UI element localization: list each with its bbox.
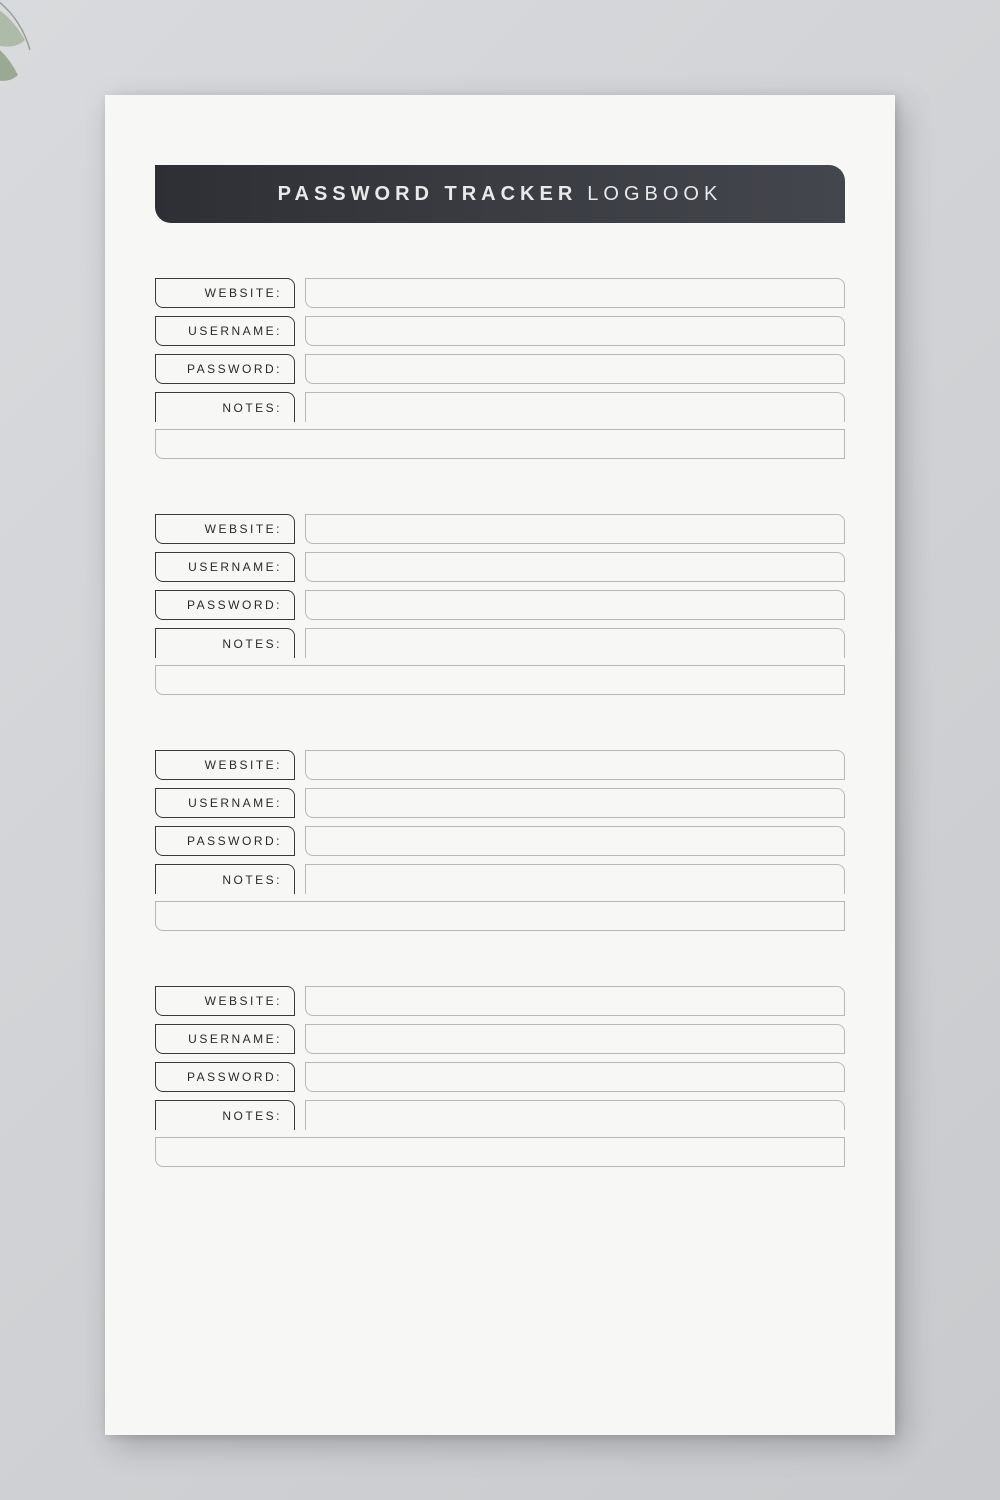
notes-field-extended[interactable]: [155, 901, 845, 931]
password-field[interactable]: [305, 590, 845, 620]
notes-field[interactable]: [305, 1100, 845, 1130]
entry-2: WEBSITE: USERNAME: PASSWORD: NOTES:: [155, 514, 845, 695]
leaf-decoration-icon: [0, 0, 80, 120]
entry-3: WEBSITE: USERNAME: PASSWORD: NOTES:: [155, 750, 845, 931]
notes-field[interactable]: [305, 628, 845, 658]
notes-label: NOTES:: [155, 392, 295, 422]
password-field[interactable]: [305, 354, 845, 384]
website-label: WEBSITE:: [155, 514, 295, 544]
notes-field[interactable]: [305, 864, 845, 894]
website-label: WEBSITE:: [155, 986, 295, 1016]
title-bold: PASSWORD TRACKER: [278, 183, 578, 206]
website-field[interactable]: [305, 514, 845, 544]
password-label: PASSWORD:: [155, 590, 295, 620]
password-label: PASSWORD:: [155, 826, 295, 856]
website-field[interactable]: [305, 750, 845, 780]
password-field[interactable]: [305, 1062, 845, 1092]
notes-field-extended[interactable]: [155, 429, 845, 459]
website-field[interactable]: [305, 986, 845, 1016]
notes-field-extended[interactable]: [155, 665, 845, 695]
username-field[interactable]: [305, 788, 845, 818]
notes-label: NOTES:: [155, 864, 295, 894]
username-label: USERNAME:: [155, 788, 295, 818]
password-label: PASSWORD:: [155, 354, 295, 384]
notes-field-extended[interactable]: [155, 1137, 845, 1167]
website-label: WEBSITE:: [155, 278, 295, 308]
password-label: PASSWORD:: [155, 1062, 295, 1092]
notes-label: NOTES:: [155, 1100, 295, 1130]
username-field[interactable]: [305, 1024, 845, 1054]
entry-1: WEBSITE: USERNAME: PASSWORD: NOTES:: [155, 278, 845, 459]
username-label: USERNAME:: [155, 1024, 295, 1054]
notes-label: NOTES:: [155, 628, 295, 658]
logbook-page: PASSWORD TRACKER LOGBOOK WEBSITE: USERNA…: [105, 95, 895, 1435]
username-field[interactable]: [305, 552, 845, 582]
username-label: USERNAME:: [155, 552, 295, 582]
entry-4: WEBSITE: USERNAME: PASSWORD: NOTES:: [155, 986, 845, 1167]
password-field[interactable]: [305, 826, 845, 856]
username-label: USERNAME:: [155, 316, 295, 346]
website-field[interactable]: [305, 278, 845, 308]
notes-field[interactable]: [305, 392, 845, 422]
page-title-bar: PASSWORD TRACKER LOGBOOK: [155, 165, 845, 223]
website-label: WEBSITE:: [155, 750, 295, 780]
username-field[interactable]: [305, 316, 845, 346]
title-light: LOGBOOK: [587, 183, 722, 206]
